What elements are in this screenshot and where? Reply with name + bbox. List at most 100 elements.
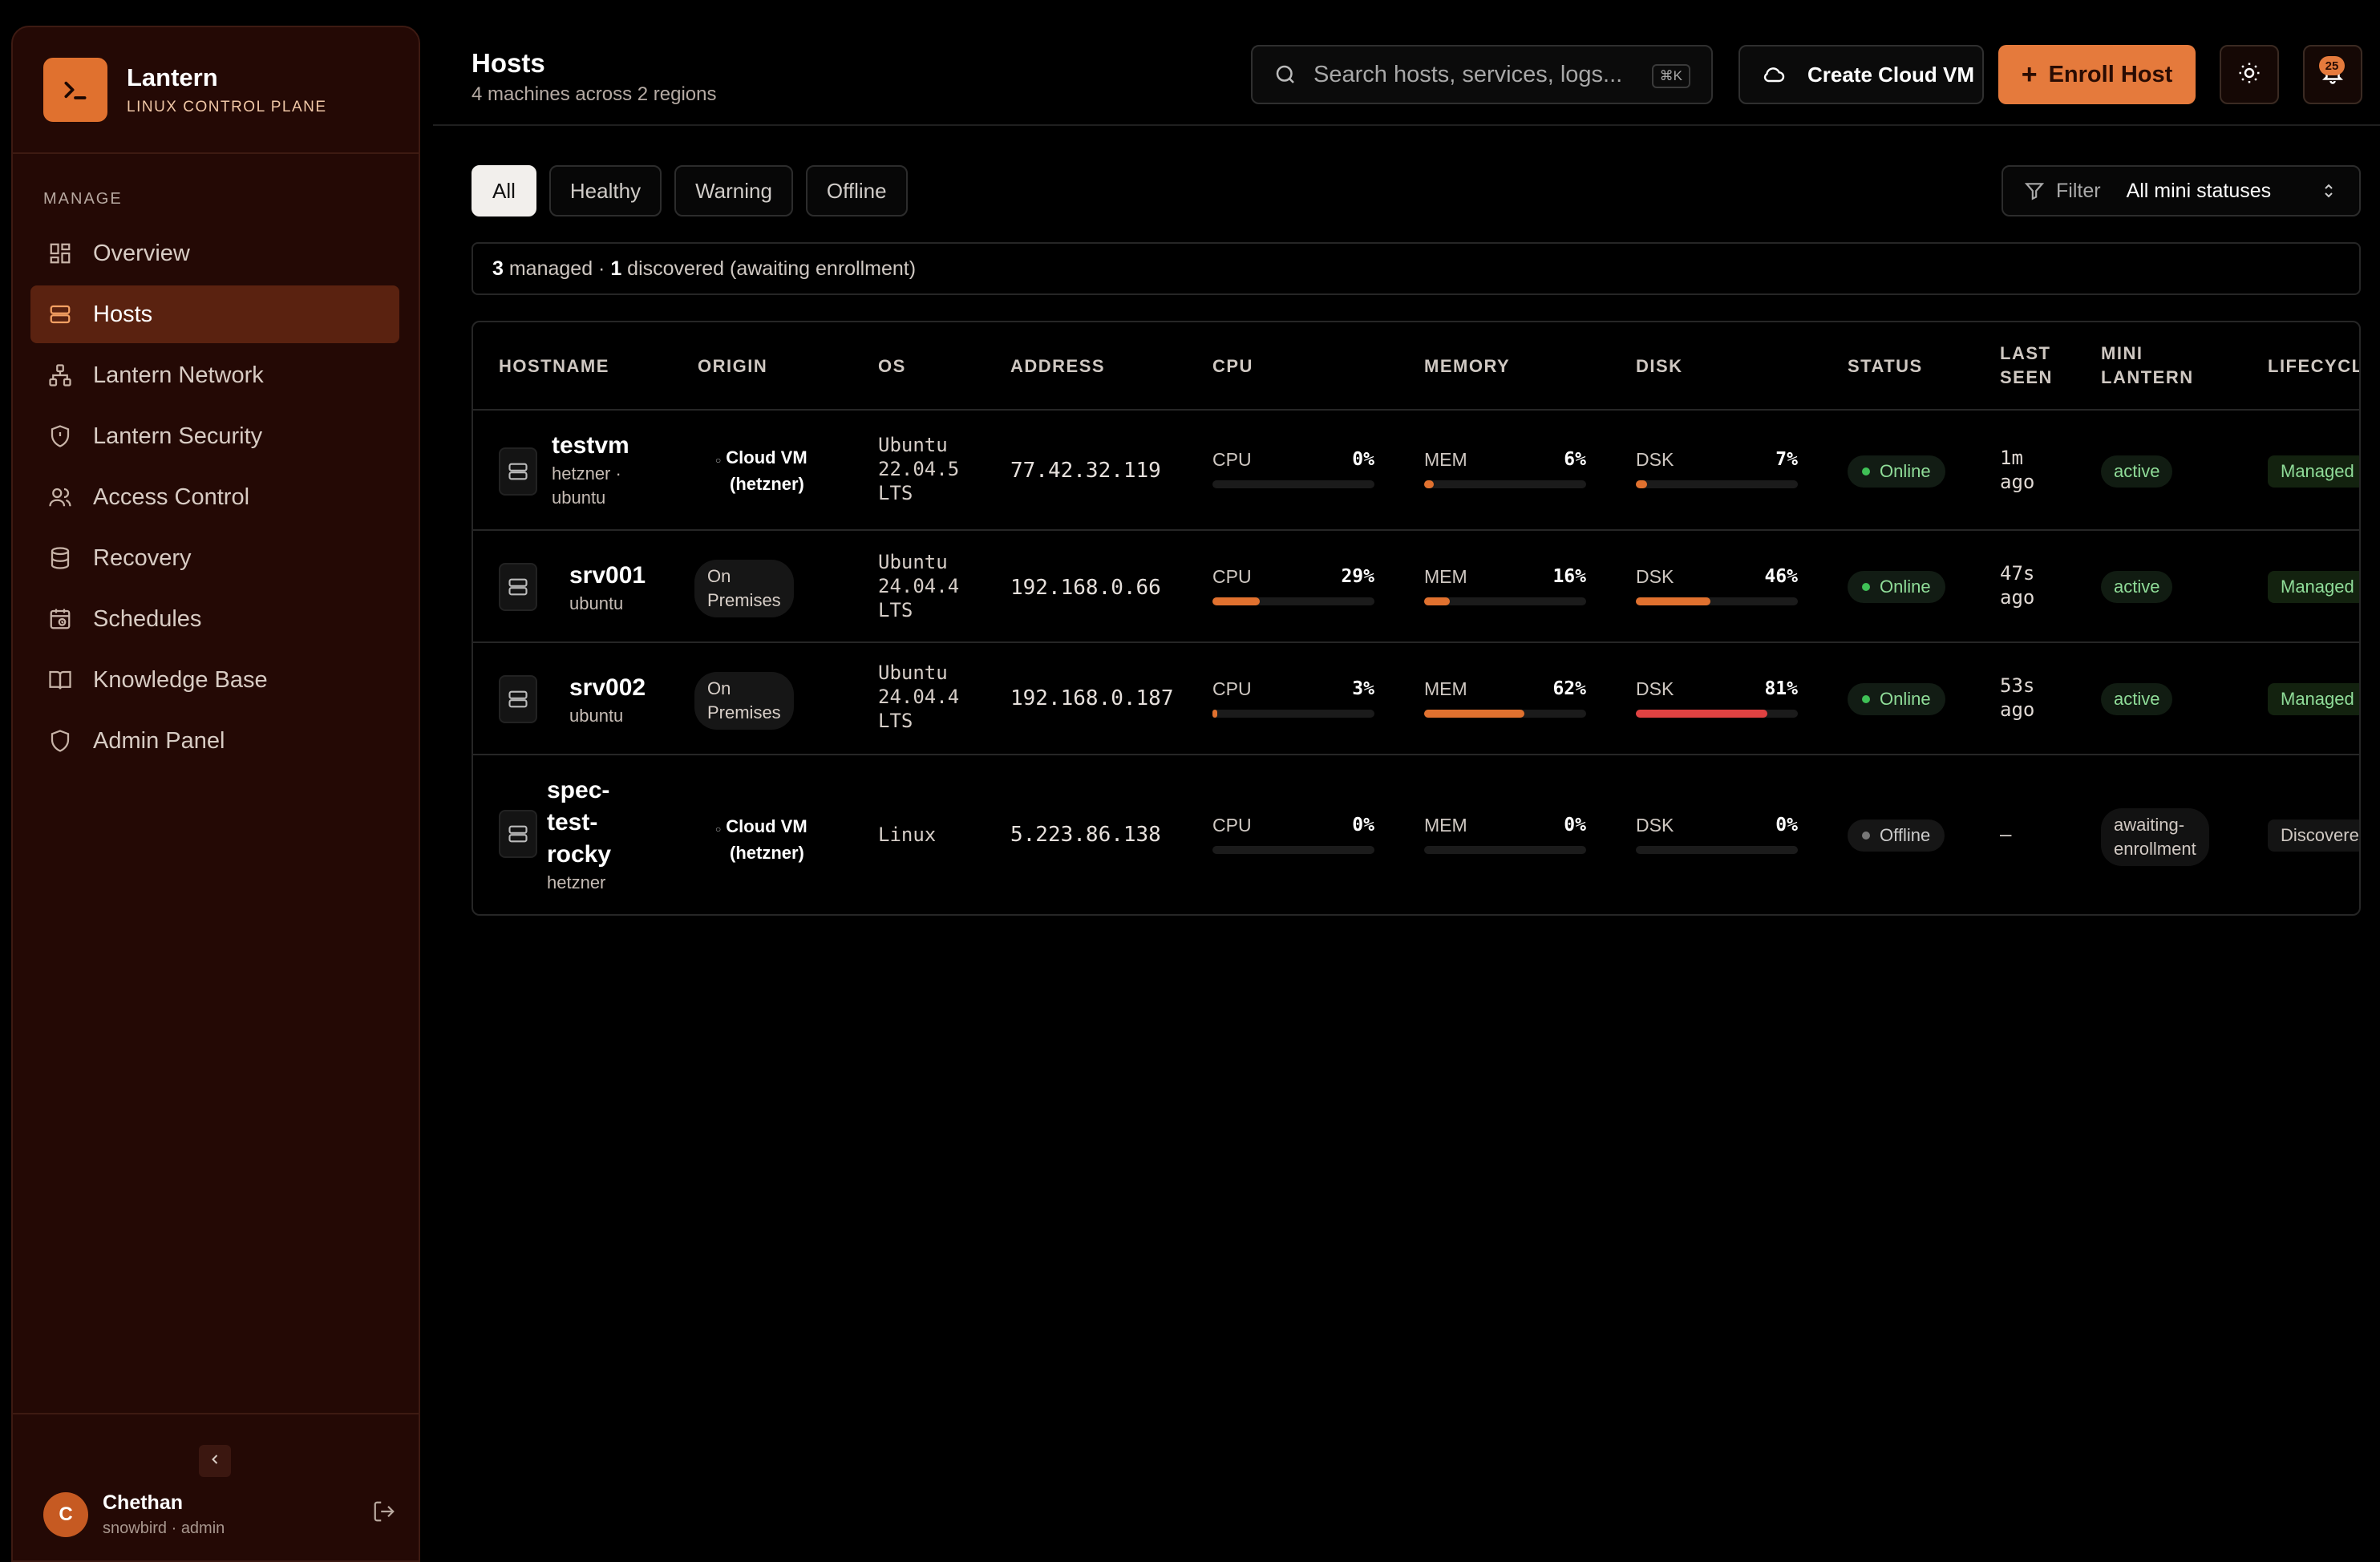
progress-bar bbox=[1212, 710, 1374, 718]
cpu-meter: CPU 3% bbox=[1212, 678, 1374, 718]
create-cloud-vm-button[interactable]: Create Cloud VM bbox=[1738, 45, 1984, 104]
tab-healthy[interactable]: Healthy bbox=[548, 165, 662, 216]
col-hostname[interactable]: HOSTNAME bbox=[499, 354, 609, 378]
table-row[interactable]: srv001 ubuntu On Premises Ubuntu 24.04.4… bbox=[473, 531, 2359, 643]
metric-value: 0% bbox=[1352, 815, 1374, 836]
host-name[interactable]: testvm bbox=[552, 430, 629, 462]
managed-count: 3 bbox=[492, 257, 504, 280]
sidebar-item-admin-panel[interactable]: Admin Panel bbox=[30, 712, 399, 770]
host-name[interactable]: rocky bbox=[547, 839, 611, 871]
status-badge: Online bbox=[1848, 455, 1945, 488]
sidebar-item-knowledge-base[interactable]: Knowledge Base bbox=[30, 651, 399, 709]
tab-offline[interactable]: Offline bbox=[805, 165, 908, 216]
sidebar-item-overview[interactable]: Overview bbox=[30, 225, 399, 282]
col-cpu[interactable]: CPU bbox=[1212, 354, 1253, 378]
progress-bar bbox=[1424, 480, 1586, 488]
tab-all[interactable]: All bbox=[472, 165, 536, 216]
os-line: LTS bbox=[878, 599, 913, 621]
disk-meter: DSK 46% bbox=[1636, 566, 1798, 605]
metric-label: CPU bbox=[1212, 566, 1252, 587]
host-name[interactable]: test- bbox=[547, 807, 611, 839]
tab-warning[interactable]: Warning bbox=[674, 165, 793, 216]
sidebar-item-lantern-network[interactable]: Lantern Network bbox=[30, 346, 399, 404]
origin-text: Cloud VM bbox=[726, 816, 808, 836]
host-name[interactable]: srv001 bbox=[569, 560, 646, 592]
metric-value: 0% bbox=[1352, 449, 1374, 470]
metric-value: 3% bbox=[1352, 678, 1374, 699]
progress-fill bbox=[1424, 597, 1451, 605]
status-dot bbox=[1862, 583, 1870, 591]
progress-fill bbox=[1424, 480, 1435, 488]
logout-icon[interactable] bbox=[372, 1499, 396, 1528]
metric-value: 16% bbox=[1552, 566, 1586, 587]
os-line: Ubuntu bbox=[878, 434, 948, 456]
server-icon bbox=[47, 301, 74, 328]
grid-icon bbox=[47, 240, 74, 267]
sidebar-item-schedules[interactable]: Schedules bbox=[30, 590, 399, 648]
filter-icon bbox=[2024, 180, 2045, 201]
col-last-seen[interactable]: LAST SEEN bbox=[2000, 342, 2053, 390]
ip-address[interactable]: 192.168.0.66 bbox=[1010, 576, 1161, 600]
user-profile[interactable]: C Chethan snowbird · admin bbox=[43, 1491, 396, 1538]
search-input[interactable] bbox=[1313, 61, 1642, 88]
table-row[interactable]: testvm hetzner · ubuntu ○ Cloud VM (hetzn… bbox=[473, 411, 2359, 531]
col-memory[interactable]: MEMORY bbox=[1424, 354, 1510, 378]
hosts-table: HOSTNAME ORIGIN OS ADDRESS CPU MEMORY DI… bbox=[472, 321, 2361, 916]
notifications-button[interactable]: 25 bbox=[2303, 45, 2362, 104]
sidebar-item-recovery[interactable]: Recovery bbox=[30, 529, 399, 587]
last-seen: 1m ago bbox=[2000, 446, 2034, 494]
sidebar-item-lantern-security[interactable]: Lantern Security bbox=[30, 407, 399, 465]
col-last-seen-line1: LAST bbox=[2000, 343, 2051, 363]
managed-text: managed · bbox=[503, 257, 611, 280]
ip-address[interactable]: 192.168.0.187 bbox=[1010, 686, 1174, 710]
filter-label: Filter bbox=[2056, 179, 2101, 202]
host-name[interactable]: spec- bbox=[547, 775, 611, 807]
search-icon bbox=[1273, 63, 1297, 87]
search-box[interactable]: ⌘K bbox=[1251, 45, 1713, 104]
section-label: MANAGE bbox=[43, 190, 123, 208]
table-row[interactable]: srv002 ubuntu On Premises Ubuntu 24.04.4… bbox=[473, 643, 2359, 755]
col-disk[interactable]: DISK bbox=[1636, 354, 1683, 378]
origin-text: (hetzner) bbox=[730, 474, 804, 494]
cloud-icon: ○ bbox=[715, 823, 722, 835]
col-os[interactable]: OS bbox=[878, 354, 906, 378]
brand[interactable]: Lantern LINUX CONTROL PLANE bbox=[43, 58, 327, 122]
col-origin[interactable]: ORIGIN bbox=[698, 354, 767, 378]
col-mini-line2: LANTERN bbox=[2101, 367, 2194, 387]
ip-address[interactable]: 5.223.86.138 bbox=[1010, 823, 1161, 847]
progress-bar bbox=[1636, 710, 1798, 718]
col-mini-lantern[interactable]: MINI LANTERN bbox=[2101, 342, 2194, 390]
host-sub: ubuntu bbox=[569, 706, 624, 726]
mini-status-badge: active bbox=[2101, 455, 2173, 488]
sidebar-item-hosts[interactable]: Hosts bbox=[30, 285, 399, 343]
server-icon bbox=[499, 675, 537, 723]
os-info: Ubuntu 22.04.5 LTS bbox=[878, 433, 959, 505]
collapse-sidebar-button[interactable] bbox=[199, 1445, 231, 1477]
status-dot bbox=[1862, 832, 1870, 840]
status-tabs: All Healthy Warning Offline bbox=[472, 165, 921, 216]
host-sub: ubuntu bbox=[569, 593, 624, 613]
cloud-icon: ○ bbox=[715, 455, 722, 466]
header-divider bbox=[433, 124, 2380, 126]
memory-meter: MEM 0% bbox=[1424, 815, 1586, 854]
sidebar: Lantern LINUX CONTROL PLANE MANAGE Overv… bbox=[11, 26, 420, 1562]
ip-address[interactable]: 77.42.32.119 bbox=[1010, 459, 1161, 483]
page-subtitle: 4 machines across 2 regions bbox=[472, 83, 717, 105]
os-line: Linux bbox=[878, 823, 937, 846]
host-name[interactable]: srv002 bbox=[569, 672, 646, 704]
sun-icon bbox=[2237, 61, 2261, 89]
col-address[interactable]: ADDRESS bbox=[1010, 354, 1105, 378]
table-row[interactable]: spec- test- rocky hetzner ○ Cloud VM (het… bbox=[473, 755, 2359, 914]
theme-toggle-button[interactable] bbox=[2220, 45, 2279, 104]
sidebar-divider bbox=[13, 152, 419, 154]
server-icon bbox=[499, 563, 537, 611]
lifecycle-badge: Managed bbox=[2268, 683, 2359, 715]
enroll-host-button[interactable]: + Enroll Host bbox=[1998, 45, 2196, 104]
users-icon bbox=[47, 484, 74, 511]
col-status[interactable]: STATUS bbox=[1848, 354, 1923, 378]
mini-status-filter[interactable]: Filter All mini statuses bbox=[2002, 165, 2361, 216]
sidebar-item-access-control[interactable]: Access Control bbox=[30, 468, 399, 526]
col-lifecycle[interactable]: LIFECYCLE bbox=[2268, 354, 2359, 378]
progress-fill bbox=[1636, 597, 1710, 605]
network-icon bbox=[47, 362, 74, 389]
